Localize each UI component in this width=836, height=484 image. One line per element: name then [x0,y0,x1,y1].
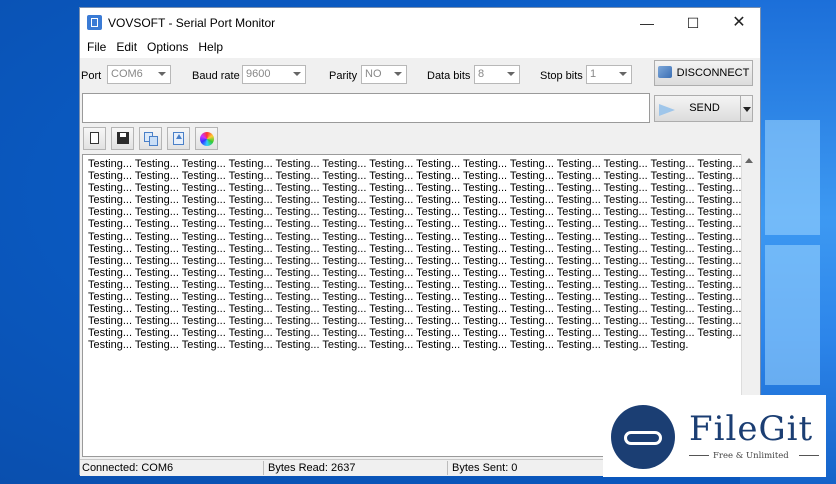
window-title: VOVSOFT - Serial Port Monitor [108,16,276,30]
chevron-down-icon [619,72,627,76]
save-icon-label [120,133,126,137]
port-value: COM6 [111,68,143,80]
status-connection: Connected: COM6 [82,462,174,474]
stop-bits-label: Stop bits [540,70,583,82]
chevron-down-icon [158,72,166,76]
new-button[interactable] [83,127,106,150]
color-wheel-icon [200,132,214,146]
disconnect-icon [657,66,672,78]
title-bar[interactable]: VOVSOFT - Serial Port Monitor — ☐ ✕ [80,8,760,38]
menu-options[interactable]: Options [142,38,193,56]
parity-label: Parity [329,70,358,82]
status-bytes-sent: Bytes Sent: 0 [447,461,517,475]
desktop-window-pane [765,245,820,385]
port-select[interactable]: COM6 [107,65,171,84]
chevron-down-icon [394,72,402,76]
watermark-tagline: Free & Unlimited [713,451,789,461]
watermark-divider [689,455,709,456]
data-bits-label: Data bits [427,70,471,82]
filegit-logo-icon [611,405,675,469]
close-button[interactable]: ✕ [716,8,762,38]
export-button[interactable] [167,127,190,150]
status-bytes-read: Bytes Read: 2637 [263,461,355,475]
export-arrow [176,134,182,139]
copy-button[interactable] [139,127,162,150]
menu-help[interactable]: Help [193,38,228,56]
data-bits-value: 8 [478,68,485,80]
stop-bits-select[interactable]: 1 [586,65,632,84]
port-label: Port [81,70,102,82]
send-button[interactable]: SEND [654,95,741,122]
app-icon [87,15,102,30]
watermark-divider [799,455,819,456]
menu-file[interactable]: File [82,38,111,56]
filegit-watermark: FileGit Free & Unlimited [603,395,826,477]
desktop-window-pane [765,120,820,235]
baud-rate-label: Baud rate [192,70,240,82]
menu-bar: File Edit Options Help [80,38,760,58]
data-bits-select[interactable]: 8 [474,65,520,84]
menu-edit[interactable]: Edit [111,38,142,56]
new-file-icon [90,132,99,144]
send-label: SEND [689,102,720,114]
chevron-down-icon [743,107,751,112]
maximize-button[interactable]: ☐ [670,8,716,38]
disconnect-button[interactable]: DISCONNECT [654,60,753,86]
baud-rate-value: 9600 [246,68,271,80]
send-arrow-icon [659,104,675,116]
scroll-up-icon[interactable] [745,158,753,163]
stop-bits-value: 1 [590,68,597,80]
copy-icon-back [149,136,158,146]
parity-value: NO [365,68,382,80]
send-input[interactable] [82,93,650,123]
chevron-down-icon [293,72,301,76]
save-button[interactable] [111,127,134,150]
minimize-button[interactable]: — [624,8,670,38]
parity-select[interactable]: NO [361,65,407,84]
color-button[interactable] [195,127,218,150]
disconnect-label: DISCONNECT [676,67,750,79]
chevron-down-icon [507,72,515,76]
send-options-dropdown[interactable] [740,95,753,122]
watermark-brand: FileGit [689,409,814,449]
baud-rate-select[interactable]: 9600 [242,65,306,84]
